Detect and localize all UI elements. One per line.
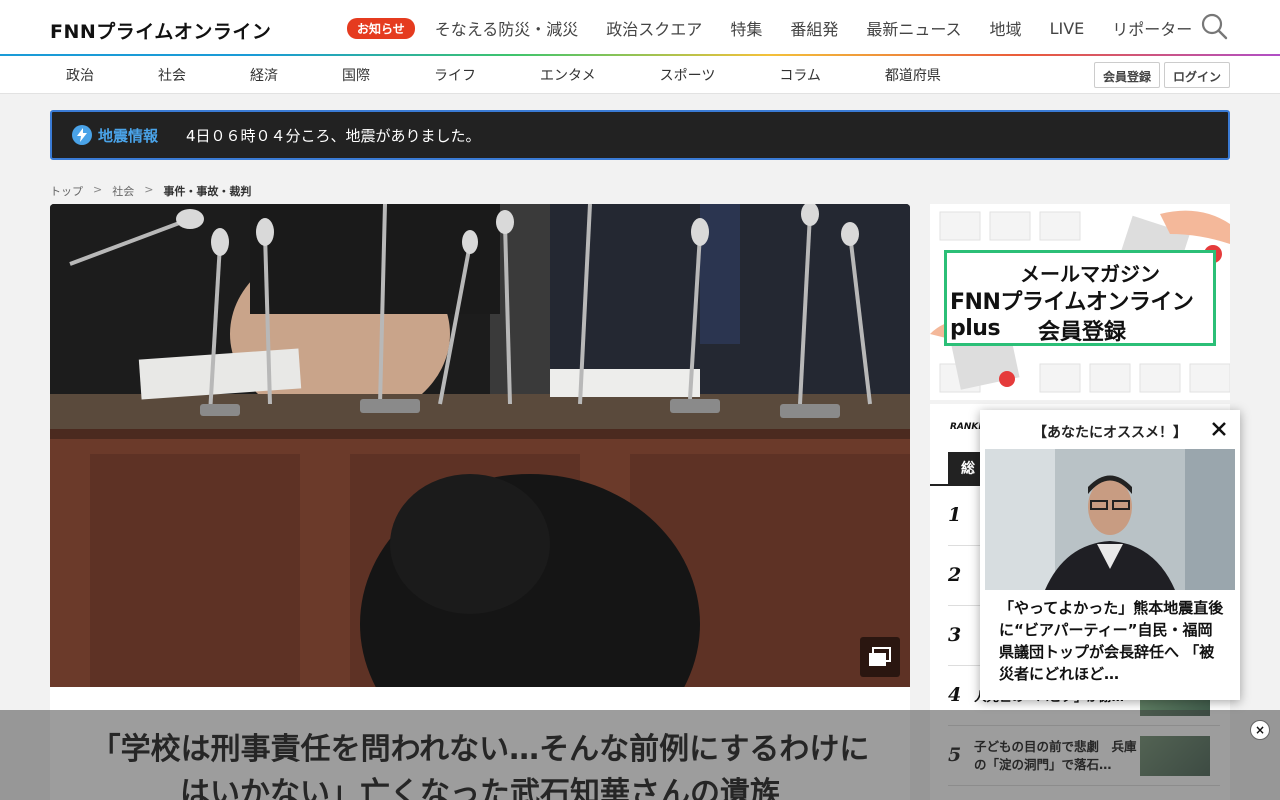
site-logo[interactable]: FNNプライムオンライン bbox=[50, 17, 271, 44]
breadcrumb-current: 事件・事故・裁判 bbox=[163, 185, 252, 198]
category-prefectures[interactable]: 都道府県 bbox=[869, 65, 957, 85]
rank-number: 4 bbox=[948, 684, 962, 706]
login-button[interactable]: ログイン bbox=[1163, 62, 1230, 88]
nav-item-live[interactable]: LIVE bbox=[1050, 19, 1085, 38]
category-economy[interactable]: 経済 bbox=[234, 65, 294, 85]
nav-item-reporter[interactable]: リポーター bbox=[1112, 16, 1192, 40]
category-society[interactable]: 社会 bbox=[142, 65, 202, 85]
popup-heading: 【あなたにオススメ！】 bbox=[1033, 425, 1187, 441]
press-conference-photo bbox=[50, 204, 910, 687]
newsletter-ad[interactable]: メールマガジン FNNプライムオンラインplus 会員登録 bbox=[930, 204, 1230, 400]
bottom-dim-overlay bbox=[0, 710, 1280, 800]
earthquake-text: 4日０６時０４分ころ、地震がありました。 bbox=[186, 126, 481, 145]
recommend-popup[interactable]: 【あなたにオススメ！】 「やってよかった」熊本地震直後に“ビアパーティー”自民・… bbox=[980, 410, 1240, 700]
main-nav: お知らせ そなえる防災・減災 政治スクエア 特集 番組発 最新ニュース 地域 L… bbox=[347, 14, 1220, 42]
register-button[interactable]: 会員登録 bbox=[1093, 62, 1160, 88]
search-icon[interactable] bbox=[1200, 12, 1228, 40]
ad-line-3: 会員登録 bbox=[1038, 320, 1127, 345]
news-anchor-photo bbox=[985, 449, 1235, 590]
ad-line-1: メールマガジン bbox=[1020, 262, 1160, 286]
category-entertainment[interactable]: エンタメ bbox=[524, 65, 612, 85]
article-hero-image[interactable] bbox=[50, 204, 910, 687]
category-sports[interactable]: スポーツ bbox=[644, 65, 732, 85]
nav-item-politics-square[interactable]: 政治スクエア bbox=[606, 16, 702, 40]
nav-item-region[interactable]: 地域 bbox=[990, 16, 1022, 40]
gallery-icon[interactable] bbox=[860, 637, 900, 677]
logo-text: FNNプライムオンライン bbox=[50, 21, 272, 43]
dismiss-close-icon[interactable]: × bbox=[1250, 720, 1270, 740]
category-international[interactable]: 国際 bbox=[326, 65, 386, 85]
popup-thumbnail[interactable] bbox=[985, 449, 1235, 590]
nav-item-latest-news[interactable]: 最新ニュース bbox=[866, 16, 961, 40]
close-icon[interactable] bbox=[1210, 420, 1228, 438]
earthquake-banner[interactable]: 地震情報 4日０６時０４分ころ、地震がありました。 bbox=[50, 110, 1230, 160]
earthquake-label: 地震情報 bbox=[98, 126, 159, 145]
category-politics[interactable]: 政治 bbox=[50, 65, 110, 85]
nav-item-features[interactable]: 特集 bbox=[730, 16, 762, 40]
breadcrumb: トップ > 社会 > 事件・事故・裁判 bbox=[50, 183, 251, 199]
nav-item-programs[interactable]: 番組発 bbox=[790, 16, 838, 40]
rank-number: 1 bbox=[948, 504, 962, 526]
category-nav: 政治 社会 経済 国際 ライフ エンタメ スポーツ コラム 都道府県 会員登録 … bbox=[0, 56, 1280, 94]
popup-article-title: 「やってよかった」熊本地震直後に“ビアパーティー”自民・福岡県議団トップが会長辞… bbox=[999, 599, 1224, 683]
breadcrumb-top[interactable]: トップ bbox=[50, 183, 83, 199]
category-life[interactable]: ライフ bbox=[418, 65, 492, 85]
breadcrumb-separator: > bbox=[144, 183, 154, 196]
category-column[interactable]: コラム bbox=[763, 65, 837, 85]
top-header: FNNプライムオンライン お知らせ そなえる防災・減災 政治スクエア 特集 番組… bbox=[0, 0, 1280, 56]
rank-number: 3 bbox=[948, 624, 962, 646]
notice-badge[interactable]: お知らせ bbox=[347, 17, 415, 39]
nav-item-bousai[interactable]: そなえる防災・減災 bbox=[435, 16, 579, 40]
breadcrumb-society[interactable]: 社会 bbox=[112, 183, 134, 199]
breadcrumb-separator: > bbox=[93, 183, 103, 196]
lightning-icon bbox=[72, 125, 92, 145]
rank-number: 2 bbox=[948, 564, 962, 586]
